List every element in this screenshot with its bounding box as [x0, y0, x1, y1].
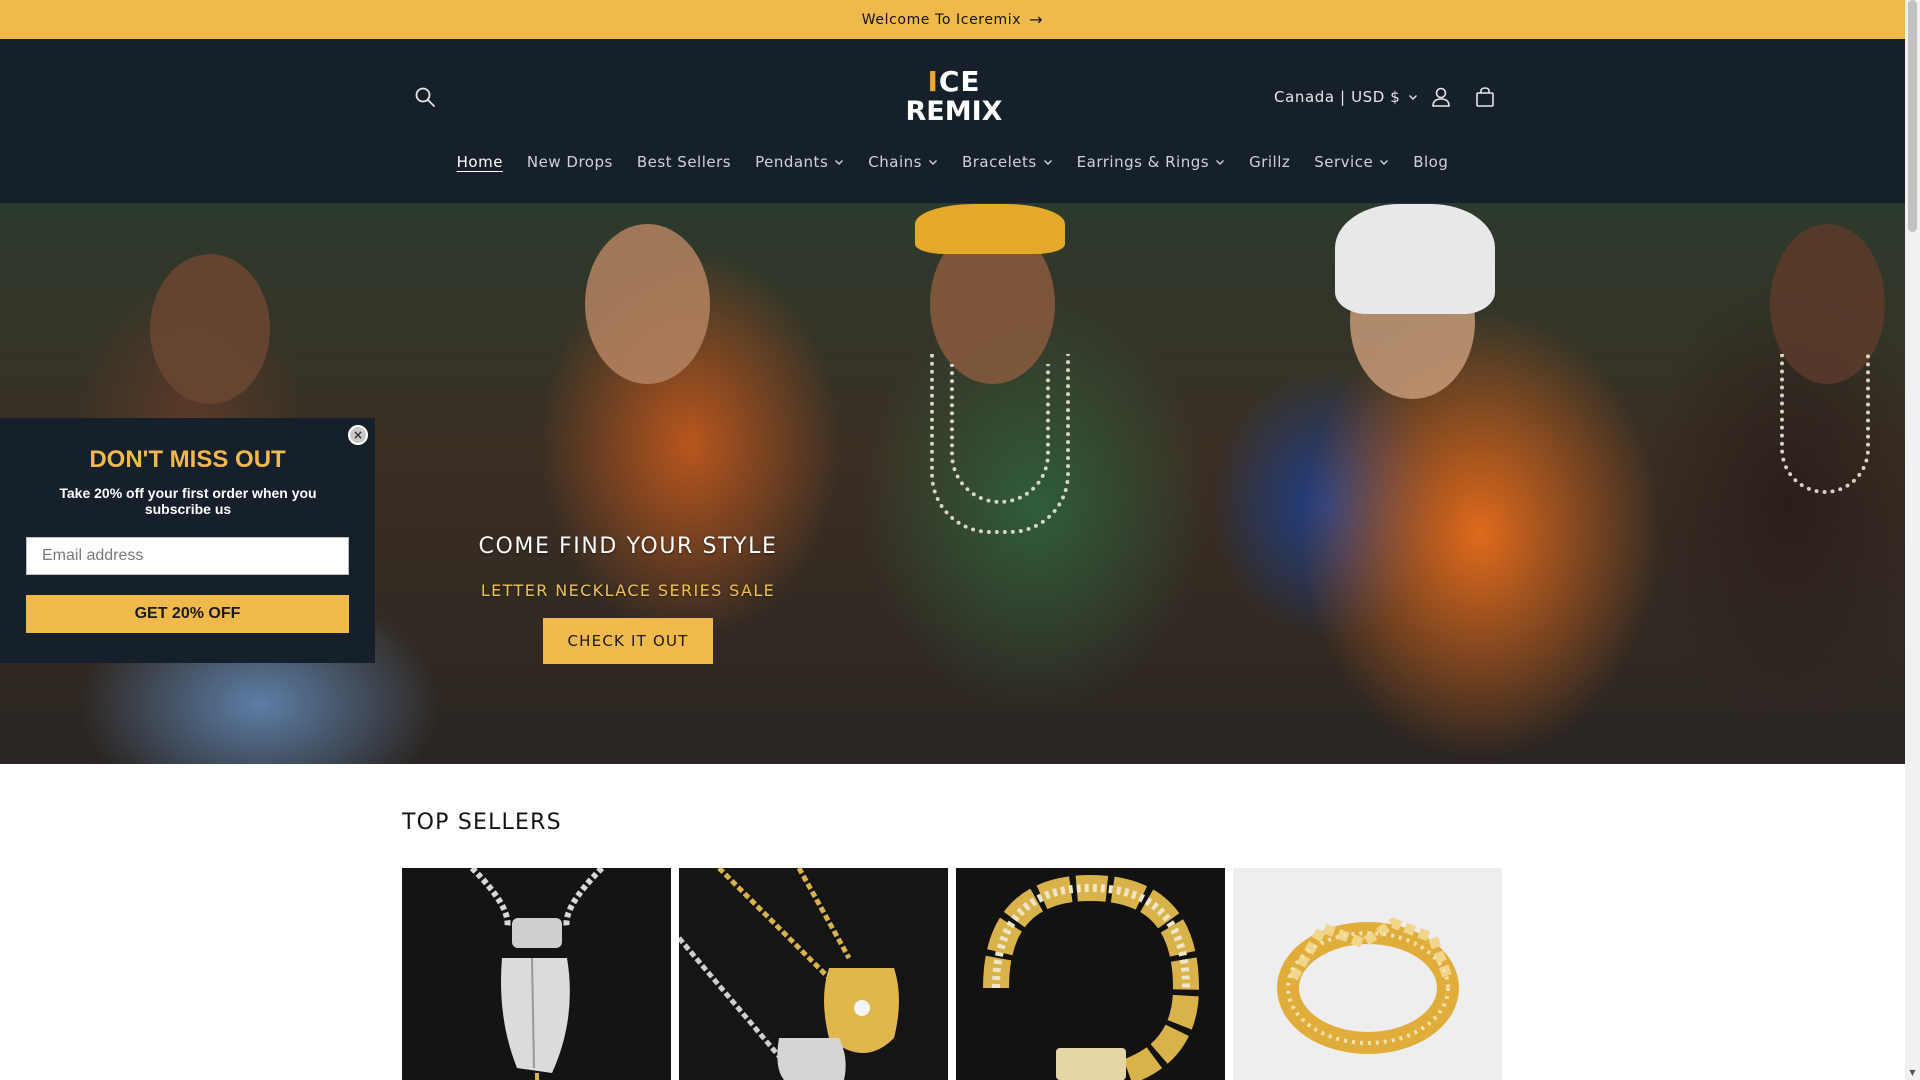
logo-line-1: ICE	[927, 65, 981, 98]
logo-line-2: REMIX	[905, 96, 1003, 127]
scrollbar-thumb[interactable]	[1908, 0, 1917, 232]
site-header: ICE REMIX Canada | USD $ Home New Drops …	[0, 39, 1905, 204]
product-card[interactable]	[956, 868, 1225, 1080]
hero-title: COME FIND YOUR STYLE	[478, 534, 778, 559]
page: Welcome To Iceremix → ICE REMIX Canada |…	[0, 0, 1920, 1080]
nav-item-chains[interactable]: Chains	[856, 145, 950, 179]
page-scrollbar[interactable]: ▼	[1905, 0, 1920, 1080]
nav-item-blog[interactable]: Blog	[1401, 145, 1460, 179]
chevron-down-icon	[835, 160, 844, 165]
chevron-down-icon	[1216, 160, 1225, 165]
hero-subtitle: LETTER NECKLACE SERIES SALE	[480, 581, 776, 600]
scroll-down-icon[interactable]: ▼	[1908, 1068, 1917, 1078]
product-card[interactable]	[1233, 868, 1502, 1080]
get-discount-button[interactable]: GET 20% OFF	[26, 595, 349, 633]
top-sellers-title: TOP SELLERS	[402, 810, 562, 835]
chevron-down-icon	[1043, 160, 1052, 165]
popup-text: Take 20% off your first order when you s…	[59, 485, 317, 517]
main-nav: Home New Drops Best Sellers Pendants Cha…	[0, 145, 1905, 179]
nav-item-best-sellers[interactable]: Best Sellers	[625, 145, 743, 179]
chevron-down-icon	[1380, 160, 1389, 165]
nav-item-home[interactable]: Home	[445, 145, 515, 179]
popup-title: DON'T MISS OUT	[89, 446, 286, 473]
product-image	[469, 868, 605, 1080]
nav-item-new-drops[interactable]: New Drops	[515, 145, 625, 179]
currency-selector[interactable]: Canada | USD $	[1274, 82, 1418, 112]
nav-item-grillz[interactable]: Grillz	[1237, 145, 1302, 179]
currency-label: Canada | USD $	[1274, 88, 1401, 106]
nav-item-bracelets[interactable]: Bracelets	[950, 145, 1065, 179]
product-image	[1277, 917, 1459, 1054]
hero-text: COME FIND YOUR STYLE LETTER NECKLACE SER…	[424, 534, 832, 664]
announcement-text[interactable]: Welcome To Iceremix	[862, 12, 1021, 28]
nav-item-earrings-rings[interactable]: Earrings & Rings	[1065, 145, 1237, 179]
nav-item-pendants[interactable]: Pendants	[743, 145, 856, 179]
product-card[interactable]	[679, 868, 948, 1080]
product-card[interactable]	[402, 868, 671, 1080]
product-image	[679, 868, 899, 1080]
arrow-right-icon: →	[1029, 10, 1044, 29]
nav-item-service[interactable]: Service	[1302, 145, 1401, 179]
search-icon[interactable]	[407, 79, 443, 115]
account-icon[interactable]	[1423, 79, 1459, 115]
chevron-down-icon	[1409, 95, 1418, 100]
email-field[interactable]	[26, 537, 349, 575]
announcement-bar[interactable]: Welcome To Iceremix →	[0, 0, 1905, 39]
newsletter-popup: × DON'T MISS OUT Take 20% off your first…	[0, 418, 375, 663]
chevron-down-icon	[928, 160, 937, 165]
product-image	[983, 874, 1200, 1080]
cart-icon[interactable]	[1467, 79, 1503, 115]
site-logo[interactable]: ICE REMIX	[904, 65, 1004, 129]
product-grid	[402, 868, 1502, 1080]
check-it-out-button[interactable]: CHECK IT OUT	[543, 618, 713, 664]
close-icon[interactable]: ×	[348, 425, 368, 445]
